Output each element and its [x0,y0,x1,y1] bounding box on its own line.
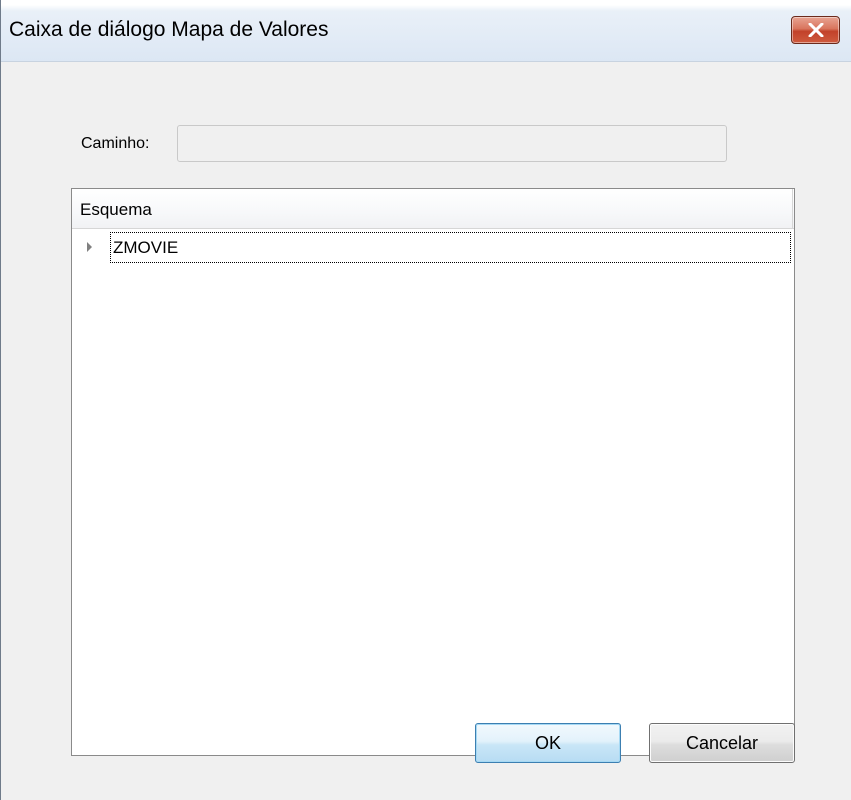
window-title: Caixa de diálogo Mapa de Valores [9,18,329,41]
path-label: Caminho: [81,135,150,152]
tree-column-header[interactable]: Esquema [72,189,794,229]
column-divider[interactable] [792,189,793,229]
schema-tree[interactable]: Esquema ZMOVIE [71,188,795,756]
dialog-window: Caixa de diálogo Mapa de Valores Caminho… [0,0,851,800]
close-x-icon [808,23,824,37]
column-header-schema: Esquema [80,200,152,219]
dialog-body: Caminho: Esquema ZMOVIE OK Cancelar [1,62,851,800]
expand-arrow-icon[interactable] [87,242,92,252]
title-bar[interactable]: Caixa de diálogo Mapa de Valores [1,0,851,62]
tree-item-label: ZMOVIE [113,238,179,257]
close-button[interactable] [791,16,840,44]
path-field[interactable] [177,125,727,162]
ok-button[interactable]: OK [475,723,621,763]
tree-item-zmovie[interactable]: ZMOVIE [72,230,794,264]
cancel-button[interactable]: Cancelar [649,723,795,763]
tree-item-focus-box[interactable]: ZMOVIE [110,232,791,263]
